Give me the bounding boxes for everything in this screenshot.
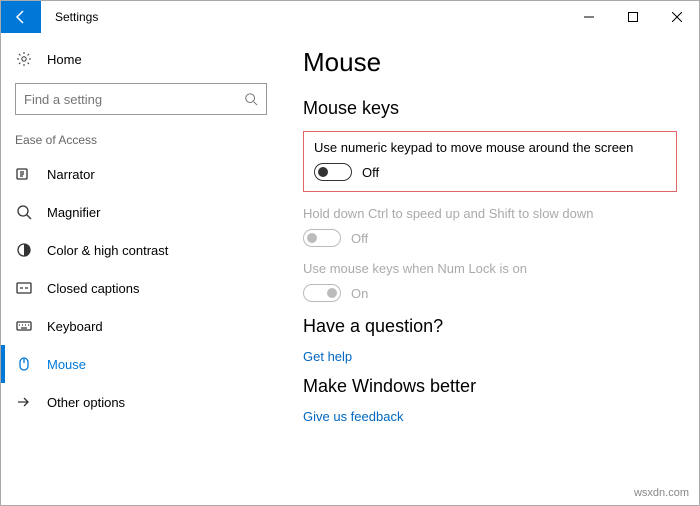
home-button[interactable]: Home: [1, 43, 281, 75]
sidebar-item-closed-captions[interactable]: Closed captions: [1, 269, 281, 307]
setting-num-lock-label: Use mouse keys when Num Lock is on: [303, 261, 677, 276]
page-title: Mouse: [303, 47, 677, 78]
narrator-icon: [15, 165, 33, 183]
search-icon: [244, 92, 258, 106]
toggle-numeric-keypad[interactable]: [314, 163, 352, 181]
toggle-ctrl-shift: [303, 229, 341, 247]
sidebar-item-keyboard[interactable]: Keyboard: [1, 307, 281, 345]
sidebar-item-label: Mouse: [47, 357, 86, 372]
section-heading-mouse-keys: Mouse keys: [303, 98, 677, 119]
give-feedback-link[interactable]: Give us feedback: [303, 409, 677, 424]
gear-icon: [15, 51, 33, 67]
setting-ctrl-shift-label: Hold down Ctrl to speed up and Shift to …: [303, 206, 677, 221]
main-content: Mouse Mouse keys Use numeric keypad to m…: [281, 33, 699, 505]
titlebar: Settings: [1, 1, 699, 33]
window-title: Settings: [55, 10, 98, 24]
toggle-num-lock: [303, 284, 341, 302]
keyboard-icon: [15, 317, 33, 335]
question-heading: Have a question?: [303, 316, 677, 337]
setting-ctrl-shift: Hold down Ctrl to speed up and Shift to …: [303, 206, 677, 247]
setting-numeric-keypad-label: Use numeric keypad to move mouse around …: [314, 140, 666, 155]
arrow-icon: [15, 393, 33, 411]
toggle-knob: [307, 233, 317, 243]
sidebar-item-magnifier[interactable]: Magnifier: [1, 193, 281, 231]
feedback-heading: Make Windows better: [303, 376, 677, 397]
back-button[interactable]: [1, 1, 41, 33]
search-input[interactable]: [24, 92, 244, 107]
arrow-left-icon: [13, 9, 29, 25]
sidebar-item-label: Color & high contrast: [47, 243, 168, 258]
window-controls: [567, 1, 699, 33]
sidebar-item-color-contrast[interactable]: Color & high contrast: [1, 231, 281, 269]
contrast-icon: [15, 241, 33, 259]
search-box[interactable]: [15, 83, 267, 115]
sidebar-item-label: Keyboard: [47, 319, 103, 334]
highlighted-setting: Use numeric keypad to move mouse around …: [303, 131, 677, 192]
toggle-knob: [327, 288, 337, 298]
sidebar-item-label: Closed captions: [47, 281, 140, 296]
toggle-state: On: [351, 286, 368, 301]
section-label: Ease of Access: [1, 129, 281, 155]
sidebar-item-narrator[interactable]: Narrator: [1, 155, 281, 193]
minimize-button[interactable]: [567, 1, 611, 33]
get-help-link[interactable]: Get help: [303, 349, 677, 364]
maximize-button[interactable]: [611, 1, 655, 33]
toggle-knob: [318, 167, 328, 177]
captions-icon: [15, 279, 33, 297]
close-button[interactable]: [655, 1, 699, 33]
mouse-icon: [15, 355, 33, 373]
watermark: wsxdn.com: [634, 487, 689, 499]
sidebar-item-label: Narrator: [47, 167, 95, 182]
maximize-icon: [628, 12, 638, 22]
toggle-state: Off: [351, 231, 368, 246]
sidebar-item-label: Other options: [47, 395, 125, 410]
home-label: Home: [47, 52, 82, 67]
toggle-state: Off: [362, 165, 379, 180]
sidebar-item-mouse[interactable]: Mouse: [1, 345, 281, 383]
sidebar-item-other-options[interactable]: Other options: [1, 383, 281, 421]
magnifier-icon: [15, 203, 33, 221]
sidebar-item-label: Magnifier: [47, 205, 100, 220]
close-icon: [672, 12, 682, 22]
setting-num-lock: Use mouse keys when Num Lock is on On: [303, 261, 677, 302]
sidebar: Home Ease of Access Narrator Magnifier C…: [1, 33, 281, 505]
minimize-icon: [584, 12, 594, 22]
